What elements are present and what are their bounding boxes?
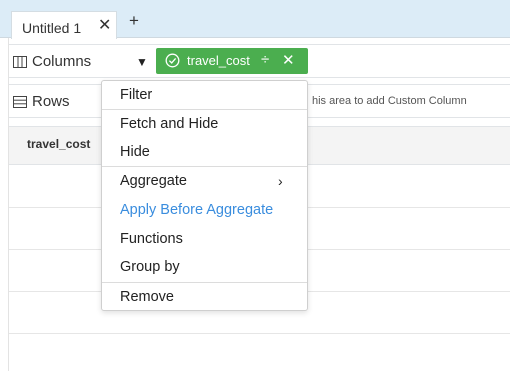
tab-label: Untitled 1 xyxy=(22,20,82,36)
custom-column-hint: his area to add Custom Column xyxy=(312,95,467,107)
chevron-down-icon[interactable]: ▼ xyxy=(136,55,148,69)
close-icon[interactable]: ✕ xyxy=(98,18,111,34)
tab-untitled-1[interactable]: Untitled 1 ✕ xyxy=(11,11,117,39)
rows-icon xyxy=(13,95,27,113)
split-icon[interactable]: ÷ xyxy=(261,51,269,68)
pill-label: travel_cost xyxy=(187,53,250,68)
close-icon[interactable]: ✕ xyxy=(282,51,295,69)
columns-label: Columns xyxy=(32,53,92,70)
menu-item-label: Aggregate xyxy=(120,173,187,189)
add-tab-button[interactable]: + xyxy=(129,12,139,29)
columns-icon xyxy=(13,55,27,73)
menu-item-group-by[interactable]: Group by xyxy=(102,253,307,281)
tab-strip: Untitled 1 ✕ + xyxy=(0,0,510,39)
menu-item-aggregate[interactable]: Aggregate › xyxy=(102,167,307,195)
column-header-label: travel_cost xyxy=(27,137,91,151)
rows-label: Rows xyxy=(32,93,70,110)
menu-item-hide[interactable]: Hide xyxy=(102,138,307,166)
column-context-menu: Filter Fetch and Hide Hide Aggregate › A… xyxy=(101,80,308,311)
menu-item-fetch-and-hide[interactable]: Fetch and Hide xyxy=(102,110,307,138)
travel-cost-pill[interactable]: travel_cost ÷ ✕ xyxy=(156,48,308,74)
menu-item-filter[interactable]: Filter xyxy=(102,81,307,109)
chevron-right-icon: › xyxy=(278,173,283,189)
menu-item-remove[interactable]: Remove xyxy=(102,283,307,311)
menu-item-apply-before-aggregate[interactable]: Apply Before Aggregate xyxy=(102,196,307,224)
menu-item-functions[interactable]: Functions xyxy=(102,225,307,253)
circle-check-icon xyxy=(165,53,180,73)
table-row xyxy=(9,333,510,334)
